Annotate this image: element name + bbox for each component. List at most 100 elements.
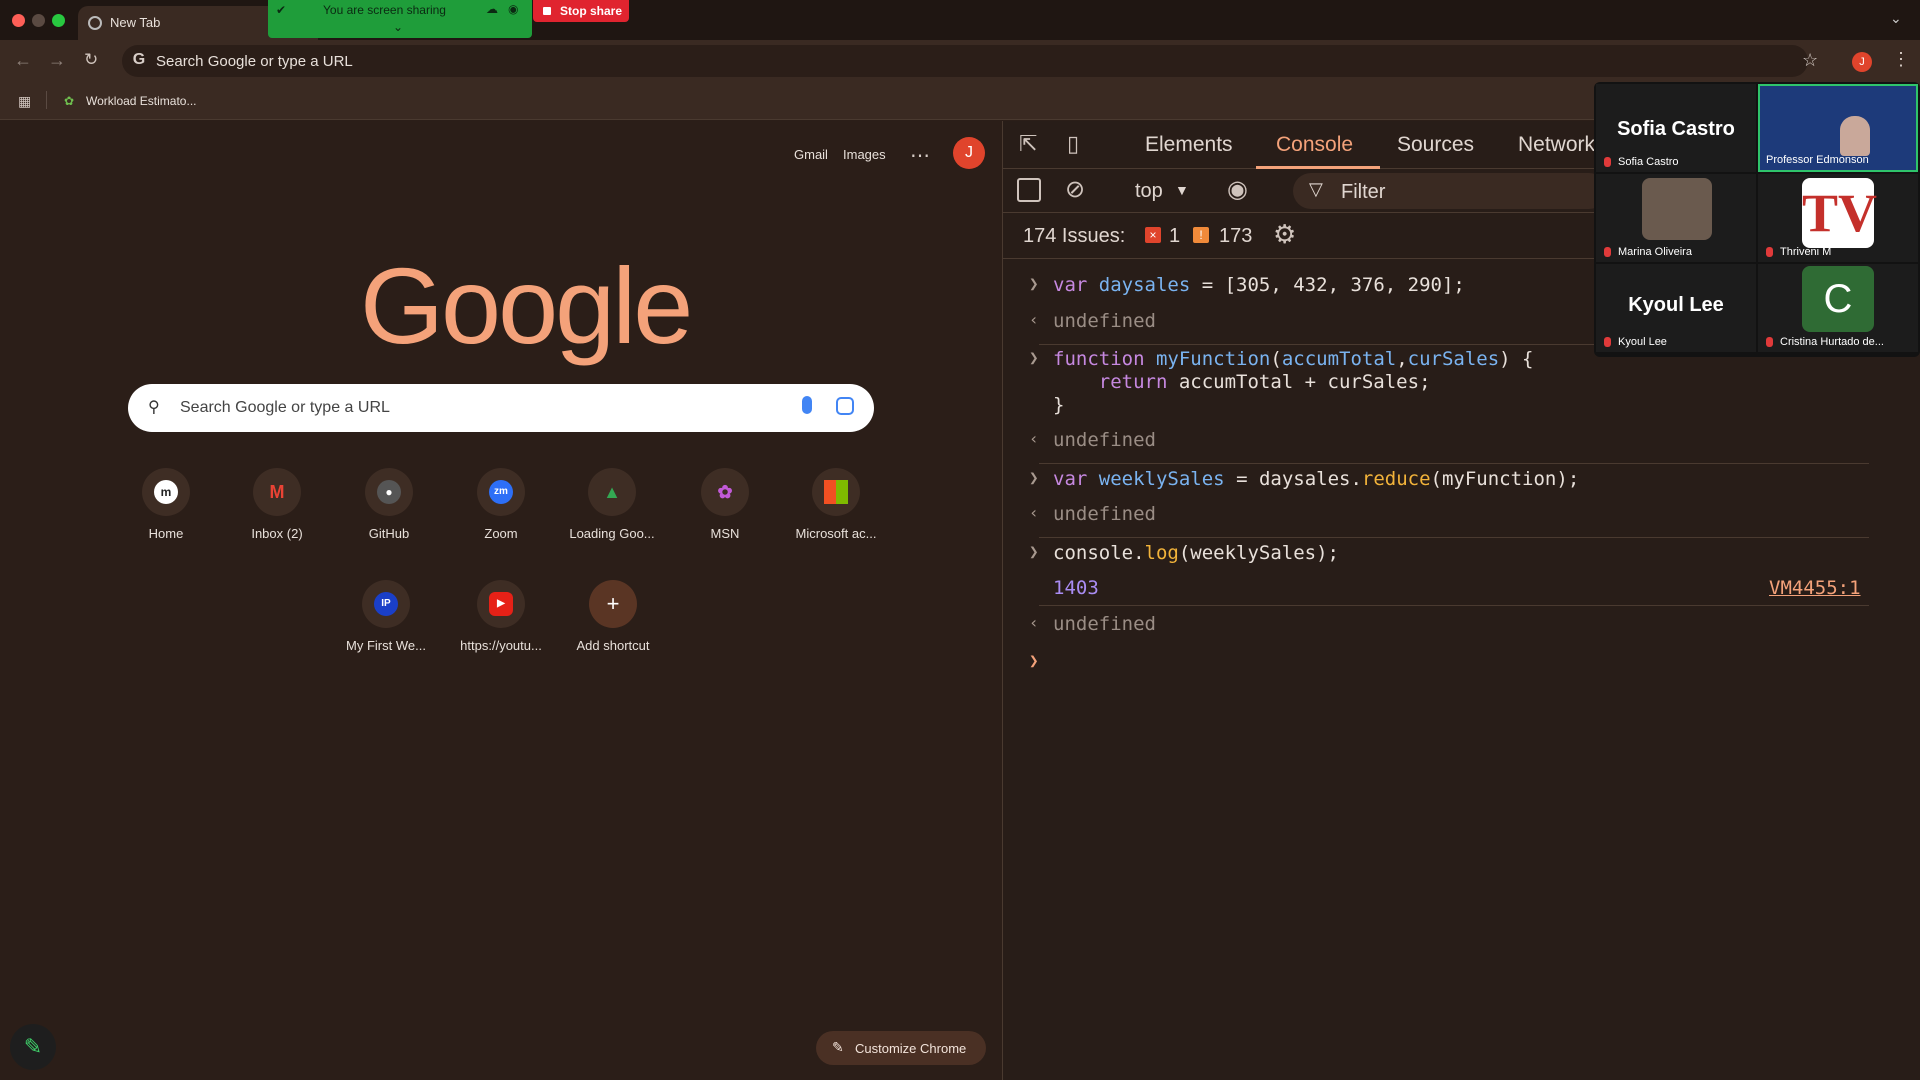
console-separator [1039,537,1869,538]
customize-chrome-label: Customize Chrome [855,1041,967,1056]
reload-icon[interactable]: ↻ [84,50,98,70]
shortcut-zoom[interactable]: zm Zoom [445,468,557,564]
new-tab-page: Gmail Images ⋯ J Google ⚲ Search Google … [0,121,1002,1080]
participant-tile-active-speaker[interactable]: Professor Edmonson [1758,84,1918,172]
shortcut-label: My First We... [346,638,426,653]
filter-input[interactable]: ▽ Filter [1293,173,1607,209]
source-link[interactable]: VM4455:1 [1769,577,1861,599]
voice-search-icon[interactable] [802,396,812,414]
live-expression-eye-icon[interactable]: ◉ [1227,175,1248,204]
github-icon: ● [377,480,401,504]
input-chevron-icon: ❯ [1029,542,1039,561]
settings-gear-icon[interactable]: ⚙ [1273,219,1296,250]
tab-search-chevron-icon[interactable]: ⌄ [1890,10,1902,27]
keyword: var [1053,468,1088,490]
code-text: = daysales. [1224,468,1362,490]
forward-arrow-icon[interactable]: → [48,50,66,71]
tab-elements[interactable]: Elements [1145,133,1233,157]
shortcut-microsoft[interactable]: Microsoft ac... [780,468,892,564]
profile-avatar[interactable]: J [1852,52,1872,72]
result-undefined: undefined [1053,503,1156,525]
mic-muted-icon [1766,337,1773,347]
mic-muted-icon [1766,247,1773,257]
shortcut-label: Inbox (2) [251,526,303,541]
participant-tile[interactable]: C Cristina Hurtado de... [1758,264,1918,352]
search-icon: ⚲ [148,399,160,416]
pencil-icon: ✎ [832,1039,844,1055]
customize-chrome-button[interactable]: ✎ Customize Chrome [816,1031,986,1065]
input-chevron-icon: ❯ [1029,468,1039,487]
address-bar[interactable]: G Search Google or type a URL [122,45,1808,77]
participant-tile[interactable]: Marina Oliveira [1596,174,1756,262]
shortcut-add[interactable]: + Add shortcut [557,580,669,676]
issues-label[interactable]: 174 Issues: [1023,225,1125,248]
participant-name: Sofia Castro [1618,156,1679,168]
method-name: reduce [1361,468,1431,490]
bookmark-workload-estimator[interactable]: Workload Estimato... [86,94,196,108]
back-arrow-icon[interactable]: ← [14,50,32,71]
device-toolbar-icon[interactable]: ▯ [1067,131,1079,157]
minimize-window-button[interactable] [32,14,45,27]
participant-video [1840,116,1870,156]
shortcut-youtube[interactable]: ▶ https://youtu... [445,580,557,676]
tab-console[interactable]: Console [1276,133,1353,157]
participant-tile[interactable]: Kyoul Lee Kyoul Lee [1596,264,1756,352]
code-text: console. [1053,542,1145,564]
participant-tile[interactable]: TV Thriveni M [1758,174,1918,262]
warning-count[interactable]: 173 [1219,225,1252,248]
input-chevron-icon: ❯ [1029,274,1039,293]
filter-funnel-icon: ▽ [1309,179,1323,199]
code-text: (myFunction); [1430,468,1580,490]
shortcut-github[interactable]: ● GitHub [333,468,445,564]
variable-name: daysales [1098,274,1191,296]
maximize-window-button[interactable] [52,14,65,27]
bookmark-star-icon[interactable]: ☆ [1802,50,1818,71]
browser-toolbar: ← → ↻ G Search Google or type a URL ☆ J … [0,40,1920,82]
participant-photo [1642,178,1712,240]
stop-share-label: Stop share [560,4,623,18]
clear-console-icon[interactable]: ⊘ [1065,175,1085,204]
stop-share-button[interactable]: Stop share [533,0,629,22]
log-value: 1403 [1053,577,1099,599]
share-leaf-icon: ✔ [276,3,287,17]
inspect-element-icon[interactable]: ⇱ [1019,131,1037,157]
google-drive-icon: ▲ [603,482,621,502]
google-apps-icon[interactable]: ⋯ [910,143,930,168]
shortcut-inbox[interactable]: M Inbox (2) [221,468,333,564]
context-selector[interactable]: top [1135,180,1163,203]
participant-tile[interactable]: Sofia Castro Sofia Castro [1596,84,1756,172]
participant-display-name: Kyoul Lee [1628,294,1724,316]
param-name: accumTotal [1281,348,1397,370]
variable-name: weeklySales [1098,468,1225,490]
account-avatar[interactable]: J [953,137,985,169]
participant-name: Professor Edmonson [1766,154,1869,166]
shortcut-label: Loading Goo... [569,526,655,541]
filter-placeholder: Filter [1341,181,1386,203]
shortcut-home[interactable]: m Home [110,468,222,564]
google-lens-icon[interactable] [836,397,854,415]
youtube-icon: ▶ [489,592,513,616]
more-menu-icon[interactable]: ⋮ [1892,49,1910,70]
error-count[interactable]: 1 [1169,225,1180,248]
gmail-link[interactable]: Gmail [794,147,828,162]
search-input[interactable]: ⚲ Search Google or type a URL [128,384,874,432]
images-link[interactable]: Images [843,147,886,162]
tab-sources[interactable]: Sources [1397,133,1474,157]
tab-title: New Tab [110,15,161,30]
shortcut-label: Zoom [484,526,518,541]
return-arrow-icon: ‹ [1029,503,1039,522]
tab-network[interactable]: Network [1518,133,1598,157]
param-name: curSales [1407,348,1500,370]
close-window-button[interactable] [12,14,25,27]
apps-grid-icon[interactable]: ▦ [18,93,31,110]
chevron-down-icon[interactable]: ⌄ [393,20,403,34]
code-text: } [1053,394,1065,416]
chrome-icon [88,16,102,30]
shortcut-google-drive[interactable]: ▲ Loading Goo... [556,468,668,564]
shortcut-msn[interactable]: ✿ MSN [669,468,781,564]
function-name: myFunction [1155,348,1271,370]
shield-icon: ◉ [508,2,519,16]
shortcut-my-first-website[interactable]: IP My First We... [330,580,442,676]
annotate-pencil-icon[interactable]: ✎ [10,1024,56,1070]
sidebar-toggle-icon[interactable] [1017,178,1041,202]
